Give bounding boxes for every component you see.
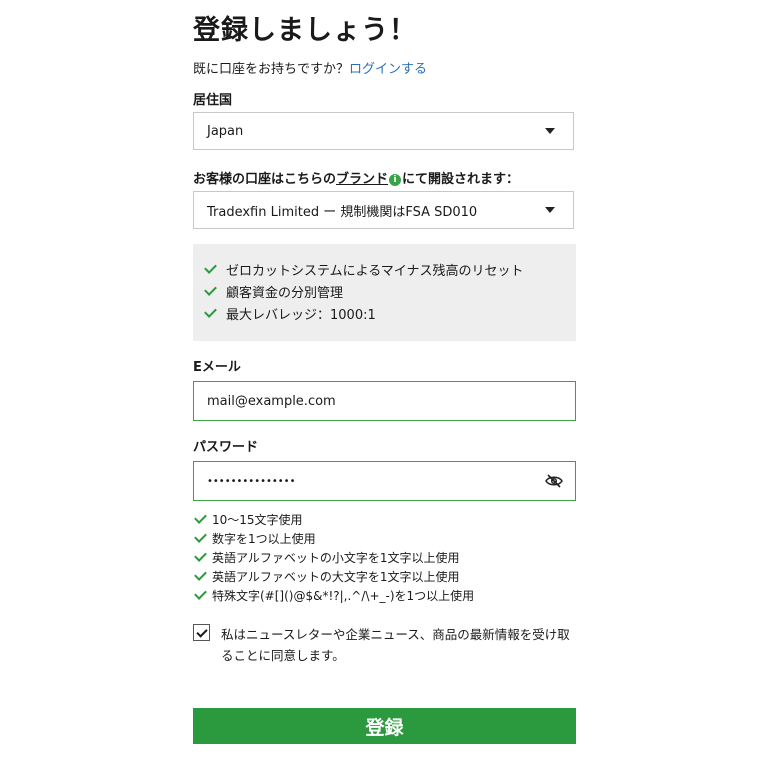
check-icon	[194, 587, 207, 600]
residence-label: 居住国	[193, 93, 233, 108]
login-link[interactable]: ログインする	[349, 62, 427, 77]
check-icon	[194, 549, 207, 562]
register-button[interactable]: 登録	[193, 708, 576, 744]
feature-item: 最大レバレッジ：1000:1	[193, 302, 576, 324]
newsletter-label: 私はニュースレターや企業ニュース、商品の最新情報を受け取ることに同意します。	[221, 627, 570, 663]
check-icon	[194, 568, 207, 581]
rule-text: 英語アルファベットの小文字を1文字以上使用	[212, 551, 460, 565]
check-icon	[204, 304, 217, 318]
brand-value: Tradexfin Limited ー 規制機関はFSA SD010	[207, 204, 478, 220]
check-icon	[204, 260, 217, 274]
newsletter-checkbox[interactable]	[193, 624, 210, 641]
check-icon	[204, 282, 217, 296]
residence-value: Japan	[207, 123, 244, 139]
brand-link[interactable]: ブランド	[336, 172, 388, 187]
feature-item: ゼロカットシステムによるマイナス残高のリセット	[193, 258, 576, 280]
rule-item: 特殊文字(#[]()@$&*!?|,.^/\+_-)を1つ以上使用	[193, 586, 474, 605]
password-value: •••••••••••••••	[207, 475, 296, 487]
feature-text: ゼロカットシステムによるマイナス残高のリセット	[226, 263, 524, 279]
features-box: ゼロカットシステムによるマイナス残高のリセット 顧客資金の分別管理 最大レバレッ…	[193, 244, 576, 341]
login-prompt: 既に口座をお持ちですか？ログインする	[193, 58, 427, 77]
page-title: 登録しましょう！	[193, 15, 417, 46]
brand-text-before: お客様の口座はこちらの	[193, 172, 337, 187]
brand-select[interactable]: Tradexfin Limited ー 規制機関はFSA SD010	[193, 191, 574, 229]
login-prompt-text: 既に口座をお持ちですか？	[193, 62, 350, 77]
feature-text: 最大レバレッジ：1000:1	[226, 307, 376, 323]
info-icon[interactable]: i	[389, 174, 402, 186]
email-field[interactable]: mail@example.com	[193, 381, 576, 421]
rule-text: 数字を1つ以上使用	[212, 532, 316, 546]
check-icon	[196, 626, 208, 638]
chevron-down-icon	[545, 207, 555, 213]
chevron-down-icon	[545, 128, 555, 134]
rule-item: 英語アルファベットの小文字を1文字以上使用	[193, 548, 474, 567]
email-label: Eメール	[193, 360, 241, 375]
rule-text: 英語アルファベットの大文字を1文字以上使用	[212, 570, 460, 584]
rule-item: 英語アルファベットの大文字を1文字以上使用	[193, 567, 474, 586]
rule-item: 数字を1つ以上使用	[193, 529, 474, 548]
password-field[interactable]: •••••••••••••••	[193, 461, 576, 501]
eye-slash-icon[interactable]	[545, 473, 563, 489]
rule-text: 10〜15文字使用	[212, 513, 303, 527]
password-label: パスワード	[193, 440, 259, 455]
check-icon	[194, 530, 207, 543]
email-value: mail@example.com	[207, 393, 336, 409]
brand-label: お客様の口座はこちらのブランド i にて開設されます：	[193, 168, 519, 187]
residence-select[interactable]: Japan	[193, 112, 574, 150]
rule-item: 10〜15文字使用	[193, 510, 474, 529]
rule-text: 特殊文字(#[]()@$&*!?|,.^/\+_-)を1つ以上使用	[212, 589, 475, 603]
check-icon	[194, 511, 207, 524]
password-rules: 10〜15文字使用 数字を1つ以上使用 英語アルファベットの小文字を1文字以上使…	[193, 510, 474, 605]
feature-text: 顧客資金の分別管理	[226, 285, 344, 301]
brand-text-after: にて開設されます：	[402, 172, 520, 187]
feature-item: 顧客資金の分別管理	[193, 280, 576, 302]
